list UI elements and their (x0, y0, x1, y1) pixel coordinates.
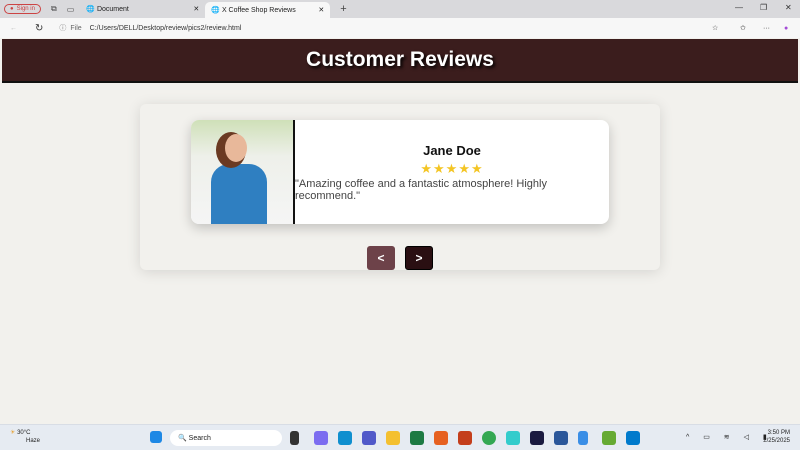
close-tab-icon[interactable]: ✕ (318, 6, 324, 14)
teams-icon[interactable] (362, 431, 376, 445)
file-explorer-icon[interactable] (386, 431, 400, 445)
refresh-icon[interactable]: ↻ (35, 23, 43, 34)
weather-widget[interactable]: ☀ 30°C Haze (10, 429, 40, 445)
url-input[interactable]: C:/Users/DELL/Desktop/review/pics2/revie… (90, 25, 242, 32)
search-icon: 🔍 (178, 435, 187, 442)
review-text: "Amazing coffee and a fantastic atmosphe… (295, 177, 547, 202)
next-button[interactable]: > (405, 246, 433, 270)
minimize-icon[interactable]: — (735, 3, 743, 12)
app-icon[interactable] (506, 431, 520, 445)
page-header: Customer Reviews (2, 39, 798, 83)
word-icon[interactable] (554, 431, 568, 445)
close-tab-icon[interactable]: ✕ (193, 5, 199, 13)
edge-icon[interactable] (338, 431, 352, 445)
prev-button[interactable]: < (367, 246, 395, 270)
notepad-icon[interactable] (578, 431, 588, 445)
system-tray[interactable]: ^ ▭ ≋ ◁ ▮ (686, 433, 773, 441)
close-window-icon[interactable]: ✕ (785, 3, 792, 12)
taskbar-search[interactable]: 🔍 Search (170, 430, 282, 446)
copilot-icon[interactable]: ● (784, 25, 788, 32)
workspaces-icon[interactable]: ⧉ (51, 4, 57, 14)
new-tab-icon[interactable]: + (340, 3, 346, 15)
tab-document[interactable]: 🌐 Document ✕ (80, 1, 205, 17)
more-icon[interactable]: ··· (763, 25, 770, 32)
chrome-icon[interactable] (482, 431, 496, 445)
vscode-icon[interactable] (626, 431, 640, 445)
address-bar: ← ↻ ⓘ File C:/Users/DELL/Desktop/review/… (0, 18, 800, 38)
start-icon[interactable] (150, 431, 162, 443)
firefox-icon[interactable] (434, 431, 448, 445)
favorites-icon[interactable]: ✩ (740, 24, 746, 32)
favorite-icon[interactable]: ☆ (712, 24, 718, 32)
app-icon[interactable] (602, 431, 616, 445)
profile-icon: ● (10, 6, 14, 12)
review-card: Jane Doe ★★★★★ "Amazing coffee and a fan… (191, 120, 609, 224)
excel-icon[interactable] (410, 431, 424, 445)
back-icon[interactable]: ← (10, 25, 17, 32)
tab-actions-icon[interactable]: ▭ (67, 5, 75, 14)
globe-icon: 🌐 (86, 6, 95, 13)
powerpoint-icon[interactable] (458, 431, 472, 445)
tab-bar: ● Sign in ⧉ ▭ 🌐 Document ✕ 🌐 X Coffee Shop… (0, 0, 800, 18)
tab-reviews[interactable]: 🌐 X Coffee Shop Reviews ✕ (205, 2, 331, 18)
sign-in-button[interactable]: ● Sign in (4, 4, 41, 14)
app-icon[interactable] (290, 431, 299, 445)
reviewer-name: Jane Doe (423, 142, 481, 158)
maximize-icon[interactable]: ❐ (760, 3, 767, 12)
pinned-apps (290, 431, 650, 445)
globe-icon: 🌐 (211, 7, 220, 14)
clock[interactable]: 3:50 PM 2/25/2025 (763, 429, 790, 445)
info-icon[interactable]: ⓘ (59, 23, 66, 33)
reviewer-photo (191, 120, 295, 224)
weather-icon: ☀ (10, 430, 16, 436)
copilot-app-icon[interactable] (314, 431, 328, 445)
page-title: Customer Reviews (306, 48, 494, 71)
intellij-icon[interactable] (530, 431, 544, 445)
star-rating: ★★★★★ (420, 160, 484, 176)
taskbar: ☀ 30°C Haze 🔍 Search ^ ▭ ≋ ◁ ▮ 3:50 PM 2/2… (0, 424, 800, 450)
